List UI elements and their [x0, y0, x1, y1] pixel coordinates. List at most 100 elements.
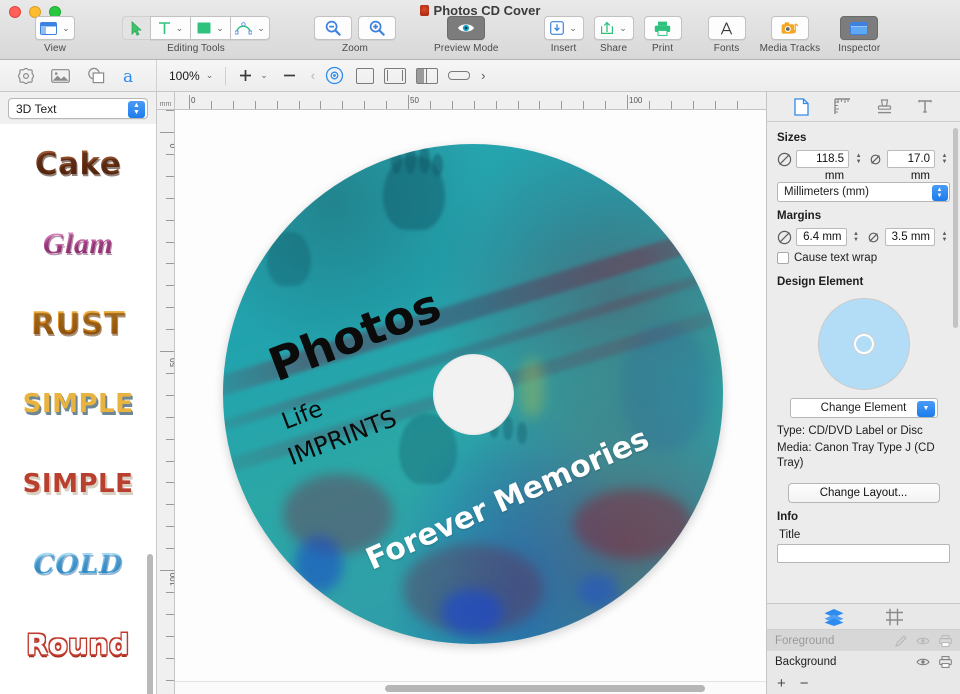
disc-subtitle-text[interactable]: Life — [278, 396, 326, 435]
remove-page-button[interactable] — [282, 68, 297, 83]
style-item-cold[interactable]: COLD — [0, 524, 156, 604]
layer-row-background[interactable]: Background — [767, 651, 960, 672]
cause-text-wrap-label: Cause text wrap — [794, 252, 877, 264]
horizontal-scrollbar[interactable] — [175, 681, 766, 694]
curve-tool-button[interactable]: ⌄ — [230, 16, 270, 40]
settings-flower-icon[interactable] — [15, 65, 37, 87]
printer-icon[interactable] — [939, 656, 952, 668]
text-tool-button[interactable]: ⌄ — [150, 16, 190, 40]
style-item-cake[interactable]: Cake — [0, 124, 156, 204]
change-layout-button[interactable]: Change Layout... — [788, 483, 940, 503]
outer-size-row: 118.5 mm ▲▼ 17.0 mm ▲▼ — [777, 150, 950, 168]
inspector-scrollbar[interactable] — [953, 128, 958, 328]
chevron-down-icon[interactable]: ▼ — [917, 401, 935, 417]
add-layer-button[interactable]: + — [777, 675, 786, 692]
toolbar-group-preview-mode: Preview Mode — [434, 16, 499, 54]
remove-layer-button[interactable]: − — [800, 675, 809, 692]
tab-document[interactable] — [789, 96, 815, 118]
layers-footer: + − — [767, 672, 960, 694]
change-element-select[interactable]: Change Element ▼ — [790, 398, 938, 418]
tab-layers[interactable] — [823, 608, 845, 626]
media-tracks-button[interactable] — [771, 16, 809, 40]
shape-tool-button[interactable]: ⌄ — [190, 16, 230, 40]
cd-disc-element[interactable]: Photos Life IMPRINTS Forever Memories — [223, 144, 723, 644]
image-icon[interactable] — [50, 65, 72, 87]
disc-title-text[interactable]: Photos — [261, 278, 448, 393]
cause-text-wrap-checkbox[interactable] — [777, 252, 789, 264]
zoom-level-value: 100% — [169, 69, 200, 83]
inner-margin-field[interactable]: 3.5 mm — [885, 228, 936, 246]
text-a-icon[interactable]: a — [120, 65, 142, 87]
select-tool-button[interactable] — [122, 16, 150, 40]
sidebar-scrollbar[interactable] — [147, 554, 153, 694]
main-toolbar: ⌄ View ⌄ — [0, 16, 960, 54]
disc-bottom-text[interactable]: Forever Memories — [361, 421, 654, 577]
ruler-tick — [255, 101, 256, 110]
layer-row-foreground[interactable]: Foreground — [767, 630, 960, 651]
page-thumb-full[interactable] — [356, 68, 374, 84]
fonts-button[interactable] — [708, 16, 746, 40]
outer-margin-stepper[interactable]: ▲▼ — [851, 228, 862, 246]
add-page-control[interactable]: ⌄ — [238, 68, 268, 83]
eye-icon[interactable] — [916, 636, 930, 646]
style-category-select[interactable]: 3D Text ▲▼ — [8, 98, 148, 119]
page-canvas[interactable]: Photos Life IMPRINTS Forever Memories — [175, 110, 766, 681]
page-thumb-tray[interactable] — [384, 68, 406, 84]
ruler-tick — [408, 95, 409, 110]
page-thumb-disc[interactable] — [325, 66, 344, 85]
ruler-unit-corner: mm — [157, 92, 175, 110]
tab-grid[interactable] — [885, 608, 904, 626]
page-thumb-two-column[interactable] — [416, 68, 438, 84]
stepper-icon[interactable]: ▲▼ — [128, 101, 145, 118]
zoom-in-icon — [369, 20, 385, 36]
style-item-rust[interactable]: RUST — [0, 284, 156, 364]
horizontal-scroll-thumb[interactable] — [385, 685, 705, 692]
units-select[interactable]: Millimeters (mm) ▲▼ — [777, 182, 950, 202]
shapes-icon[interactable] — [85, 65, 107, 87]
ruler-tick — [166, 482, 175, 483]
style-item-simple-red[interactable]: SIMPLE — [0, 444, 156, 524]
outer-margin-field[interactable]: 6.4 mm — [796, 228, 847, 246]
pencil-icon[interactable] — [895, 635, 907, 647]
style-item-glam[interactable]: Glam — [0, 204, 156, 284]
stepper-icon[interactable]: ▲▼ — [932, 185, 948, 201]
ruler-tick — [166, 307, 175, 308]
cause-text-wrap-row[interactable]: Cause text wrap — [777, 252, 950, 264]
element-type-text: Type: CD/DVD Label or Disc — [777, 424, 950, 439]
title-input[interactable] — [777, 544, 950, 563]
eye-icon[interactable] — [916, 657, 930, 667]
share-button[interactable]: ⌄ — [594, 16, 634, 40]
page-thumb-spine[interactable] — [448, 71, 470, 80]
layer-actions — [916, 656, 952, 668]
inner-diameter-stepper[interactable]: ▲▼ — [939, 150, 950, 168]
insert-button[interactable]: ⌄ — [544, 16, 584, 40]
tab-ruler[interactable] — [830, 96, 856, 118]
horizontal-ruler: 050100 — [157, 92, 766, 110]
chevron-down-icon: ⌄ — [619, 23, 627, 34]
style-list[interactable]: Cake Glam RUST SIMPLE SIMPLE COLD — [0, 124, 156, 694]
ruler-tick — [474, 101, 475, 110]
tab-text-format[interactable] — [912, 96, 938, 118]
tab-stamp[interactable] — [871, 96, 897, 118]
view-button[interactable]: ⌄ — [35, 16, 75, 40]
toolbar-group-print: Print — [644, 16, 682, 54]
font-a-icon — [719, 21, 734, 36]
outer-margin-icon — [777, 230, 792, 245]
style-item-simple-gold[interactable]: SIMPLE — [0, 364, 156, 444]
preview-mode-button[interactable] — [447, 16, 485, 40]
style-category-wrap: 3D Text ▲▼ — [0, 92, 156, 124]
zoom-out-button[interactable] — [314, 16, 352, 40]
previous-page-button[interactable]: ‹ — [311, 68, 315, 83]
next-page-button[interactable]: › — [481, 68, 485, 83]
inner-diameter-field[interactable]: 17.0 mm — [887, 150, 935, 168]
outer-diameter-stepper[interactable]: ▲▼ — [853, 150, 864, 168]
inner-margin-stepper[interactable]: ▲▼ — [939, 228, 950, 246]
print-button[interactable] — [644, 16, 682, 40]
ruler-tick — [233, 101, 234, 110]
outer-diameter-field[interactable]: 118.5 mm — [796, 150, 849, 168]
style-item-round[interactable]: Round — [0, 604, 156, 684]
zoom-in-button[interactable] — [358, 16, 396, 40]
inspector-button[interactable] — [840, 16, 878, 40]
printer-icon[interactable] — [939, 635, 952, 647]
zoom-level-control[interactable]: 100% ⌄ — [169, 69, 213, 83]
